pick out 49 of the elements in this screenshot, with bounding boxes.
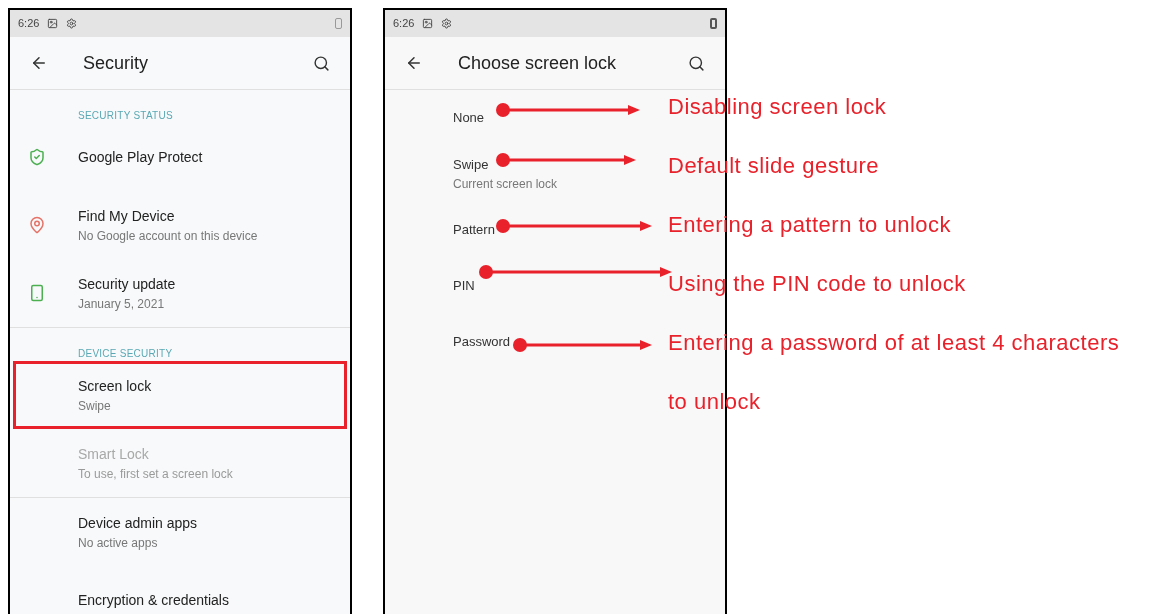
settings-item[interactable]: Screen lock Swipe: [13, 361, 347, 429]
option-label: PIN: [453, 277, 475, 296]
back-icon[interactable]: [30, 54, 48, 72]
item-title: Device admin apps: [78, 513, 199, 533]
lock-option[interactable]: PIN: [453, 258, 475, 314]
location-pin-icon: [28, 216, 46, 234]
option-label: Pattern: [453, 221, 495, 240]
item-subtitle: Swipe: [78, 397, 112, 415]
image-icon: [47, 18, 59, 29]
search-icon[interactable]: [688, 54, 705, 72]
settings-item[interactable]: Security update January 5, 2021: [10, 259, 350, 327]
settings-item[interactable]: Encryption & credentials: [10, 566, 350, 614]
lock-option[interactable]: Password: [453, 314, 511, 370]
search-icon[interactable]: [313, 54, 330, 72]
annotation-text: Using the PIN code to unlock: [668, 270, 967, 298]
battery-icon: [335, 18, 342, 29]
item-title: Google Play Protect: [78, 147, 204, 167]
battery-icon: [710, 18, 717, 29]
item-subtitle: No active apps: [78, 534, 159, 552]
screen-title: Security: [83, 51, 150, 75]
image-icon: [422, 18, 434, 29]
settings-icon: [441, 18, 453, 29]
option-subtitle: Current screen lock: [453, 175, 558, 193]
item-subtitle: January 5, 2021: [78, 295, 166, 313]
item-title: Find My Device: [78, 206, 176, 226]
option-label: Password: [453, 333, 511, 352]
settings-icon: [66, 18, 78, 29]
screen-title: Choose screen lock: [458, 51, 618, 75]
status-time: 6:26: [18, 16, 40, 32]
item-title: Security update: [78, 274, 177, 294]
settings-item[interactable]: Find My Device No Google account on this device: [10, 191, 350, 259]
option-label: Swipe: [453, 156, 490, 175]
settings-item[interactable]: Device admin apps No active apps: [10, 498, 350, 566]
phone-icon: [28, 284, 46, 302]
back-icon[interactable]: [405, 54, 423, 72]
section-header: DEVICE SECURITY: [77, 347, 174, 361]
item-subtitle: To use, first set a screen lock: [78, 465, 234, 483]
item-title: Screen lock: [78, 376, 153, 396]
shield-icon: [28, 148, 46, 166]
item-title: Encryption & credentials: [78, 590, 230, 610]
lock-option[interactable]: Swipe Current screen lock: [453, 146, 558, 202]
section-header: SECURITY STATUS: [77, 109, 174, 123]
option-label: None: [453, 109, 485, 128]
settings-item[interactable]: Google Play Protect: [10, 123, 350, 191]
item-subtitle: No Google account on this device: [78, 227, 259, 245]
lock-option[interactable]: None: [453, 90, 485, 146]
item-title: Smart Lock: [78, 444, 150, 464]
lock-option[interactable]: Pattern: [453, 202, 495, 258]
status-time: 6:26: [393, 16, 415, 32]
